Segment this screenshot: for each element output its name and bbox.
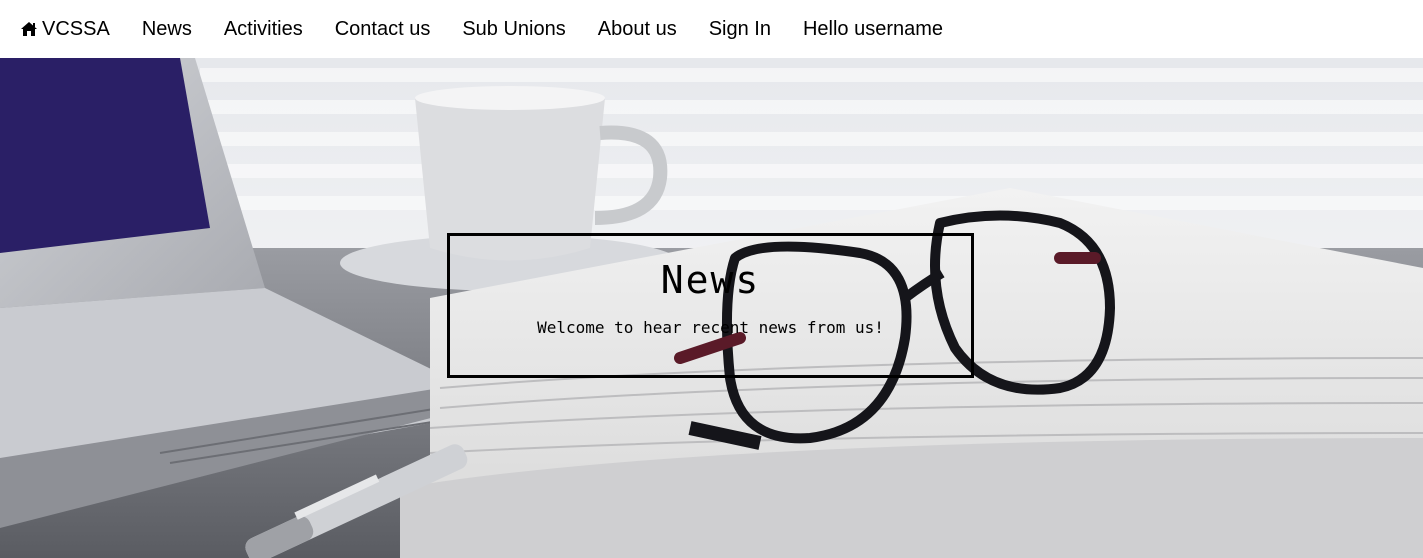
nav-item-news[interactable]: News xyxy=(142,18,192,41)
nav-item-activities[interactable]: Activities xyxy=(224,18,303,41)
nav-item-contact-us[interactable]: Contact us xyxy=(335,18,431,41)
nav-item-hello-username[interactable]: Hello username xyxy=(803,18,943,41)
home-icon xyxy=(21,22,37,36)
brand-link[interactable]: VCSSA xyxy=(20,18,110,41)
hero-subtitle: Welcome to hear recent news from us! xyxy=(537,318,884,337)
brand-label: VCSSA xyxy=(42,17,110,40)
hero-title: News xyxy=(660,258,761,302)
top-navbar: VCSSA News Activities Contact us Sub Uni… xyxy=(0,0,1423,58)
nav-item-sign-in[interactable]: Sign In xyxy=(709,18,771,41)
hero-title-box: News Welcome to hear recent news from us… xyxy=(447,233,974,378)
nav-item-about-us[interactable]: About us xyxy=(598,18,677,41)
hero-banner: News Welcome to hear recent news from us… xyxy=(0,58,1423,558)
nav-item-sub-unions[interactable]: Sub Unions xyxy=(462,18,565,41)
